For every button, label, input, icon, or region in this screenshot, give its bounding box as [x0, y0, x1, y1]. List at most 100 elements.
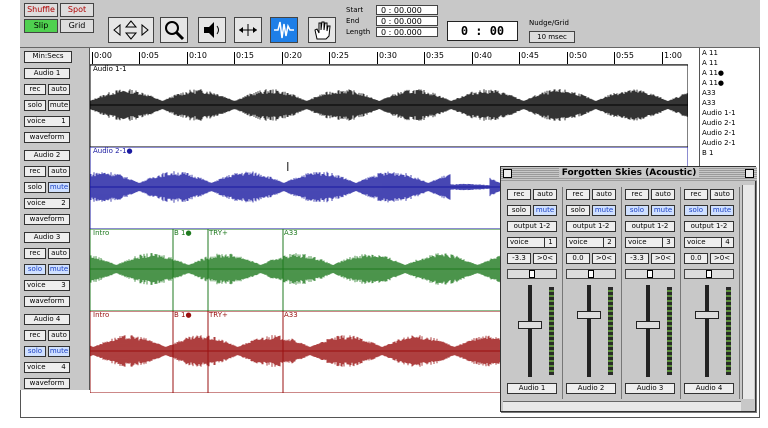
mix-window-title[interactable]: Forgotten Skies (Acoustic) [501, 167, 757, 181]
pan-knob[interactable] [588, 270, 594, 278]
record-enable-button[interactable]: rec [24, 166, 46, 177]
mute-button[interactable]: mute [48, 346, 70, 357]
volume-fader[interactable] [695, 311, 719, 319]
voice-selector[interactable]: voice [507, 237, 545, 248]
mixer-vertical-scrollbar[interactable] [742, 185, 754, 399]
automation-button[interactable]: auto [48, 166, 70, 177]
region-list-item[interactable]: B 1 [702, 148, 753, 158]
voice-selector[interactable]: voice [24, 116, 60, 127]
grabber-tool[interactable] [270, 17, 298, 43]
channel-name[interactable]: Audio 1 [507, 383, 557, 394]
channel-name[interactable]: Audio 4 [684, 383, 734, 394]
automation-button[interactable]: auto [710, 189, 734, 200]
timebase-ruler-label[interactable]: Min:Secs [24, 51, 72, 63]
record-enable-button[interactable]: rec [625, 189, 649, 200]
voice-selector[interactable]: voice [24, 280, 60, 291]
end-field[interactable]: 0 : 00.000 [376, 16, 438, 26]
channel-name[interactable]: Audio 3 [625, 383, 675, 394]
region-name[interactable]: Intro [92, 229, 109, 237]
region-list-item[interactable]: A 11 [702, 58, 753, 68]
region-name[interactable]: A33 [283, 229, 298, 237]
zoom-tool[interactable] [160, 17, 188, 43]
shuffle-mode-button[interactable]: Shuffle [24, 3, 58, 17]
selector-tool[interactable] [234, 17, 262, 43]
mute-button[interactable]: mute [48, 182, 70, 193]
region-list-item[interactable]: Audio 2-1 [702, 128, 753, 138]
nudge-value-button[interactable]: 10 msec [529, 31, 575, 43]
region-name[interactable]: A33 [283, 311, 298, 319]
slip-mode-button[interactable]: Slip [24, 19, 58, 33]
solo-button[interactable]: solo [507, 205, 531, 216]
solo-button[interactable]: solo [24, 100, 46, 111]
region-list-item[interactable]: A33 [702, 98, 753, 108]
timeline-ruler[interactable]: 0:00 0:05 0:10 0:15 0:20 0:25 0:30 0:35 … [90, 48, 688, 65]
voice-selector[interactable]: voice [625, 237, 663, 248]
region-name[interactable]: Intro [92, 311, 109, 319]
pan-slider[interactable] [625, 269, 675, 279]
solo-button[interactable]: solo [24, 346, 46, 357]
region-name[interactable]: B 1● [173, 311, 192, 319]
pan-slider[interactable] [507, 269, 557, 279]
voice-selector[interactable]: voice [24, 198, 60, 209]
record-enable-button[interactable]: rec [684, 189, 708, 200]
mute-button[interactable]: mute [592, 205, 616, 216]
pan-slider[interactable] [684, 269, 734, 279]
spot-mode-button[interactable]: Spot [60, 3, 94, 17]
record-enable-button[interactable]: rec [24, 330, 46, 341]
length-field[interactable]: 0 : 00.000 [376, 27, 438, 37]
solo-button[interactable]: solo [625, 205, 649, 216]
region-name[interactable]: TRY+ [208, 229, 228, 237]
solo-button[interactable]: solo [24, 182, 46, 193]
track-view-selector[interactable]: waveform [24, 214, 70, 225]
voice-selector[interactable]: voice [684, 237, 722, 248]
solo-button[interactable]: solo [566, 205, 590, 216]
mute-button[interactable]: mute [710, 205, 734, 216]
region-list-item[interactable]: A33 [702, 88, 753, 98]
start-field[interactable]: 0 : 00.000 [376, 5, 438, 15]
region-list-item[interactable]: Audio 2-1 [702, 138, 753, 148]
mute-button[interactable]: mute [651, 205, 675, 216]
region-name[interactable]: Audio 1-1 [92, 65, 127, 73]
output-selector[interactable]: output 1-2 [507, 221, 557, 232]
hand-tool[interactable] [308, 17, 336, 43]
output-selector[interactable]: output 1-2 [566, 221, 616, 232]
automation-button[interactable]: auto [592, 189, 616, 200]
track-view-selector[interactable]: waveform [24, 378, 70, 389]
solo-button[interactable]: solo [24, 264, 46, 275]
channel-name[interactable]: Audio 2 [566, 383, 616, 394]
pan-knob[interactable] [529, 270, 535, 278]
mute-button[interactable]: mute [48, 100, 70, 111]
solo-button[interactable]: solo [684, 205, 708, 216]
region-list-item[interactable]: A 11● [702, 68, 753, 78]
output-selector[interactable]: output 1-2 [625, 221, 675, 232]
region-list-item[interactable]: Audio 1-1 [702, 108, 753, 118]
track-view-selector[interactable]: waveform [24, 132, 70, 143]
pan-slider[interactable] [566, 269, 616, 279]
record-enable-button[interactable]: rec [24, 248, 46, 259]
mute-button[interactable]: mute [533, 205, 557, 216]
region-name[interactable]: Audio 2-1● [92, 147, 133, 155]
track-name[interactable]: Audio 2 [24, 150, 70, 161]
volume-fader[interactable] [636, 321, 660, 329]
output-selector[interactable]: output 1-2 [684, 221, 734, 232]
mute-button[interactable]: mute [48, 264, 70, 275]
track-lane[interactable]: Audio 1-1 [90, 65, 688, 147]
automation-button[interactable]: auto [533, 189, 557, 200]
volume-fader[interactable] [518, 321, 542, 329]
automation-button[interactable]: auto [48, 84, 70, 95]
track-name[interactable]: Audio 1 [24, 68, 70, 79]
record-enable-button[interactable]: rec [566, 189, 590, 200]
automation-button[interactable]: auto [48, 330, 70, 341]
mixer-horizontal-scrollbar[interactable] [503, 401, 741, 411]
volume-fader[interactable] [577, 311, 601, 319]
automation-button[interactable]: auto [48, 248, 70, 259]
region-name[interactable]: B 1● [173, 229, 192, 237]
grid-mode-button[interactable]: Grid [60, 19, 94, 33]
zoom-box-icon[interactable] [745, 169, 754, 178]
region-list-item[interactable]: A 11 [702, 48, 753, 58]
voice-selector[interactable]: voice [566, 237, 604, 248]
record-enable-button[interactable]: rec [24, 84, 46, 95]
regions-list[interactable]: A 11 A 11 A 11● A 11● A33 A33 Audio 1-1 … [699, 48, 753, 170]
close-box-icon[interactable] [503, 169, 512, 178]
region-list-item[interactable]: Audio 2-1 [702, 118, 753, 128]
